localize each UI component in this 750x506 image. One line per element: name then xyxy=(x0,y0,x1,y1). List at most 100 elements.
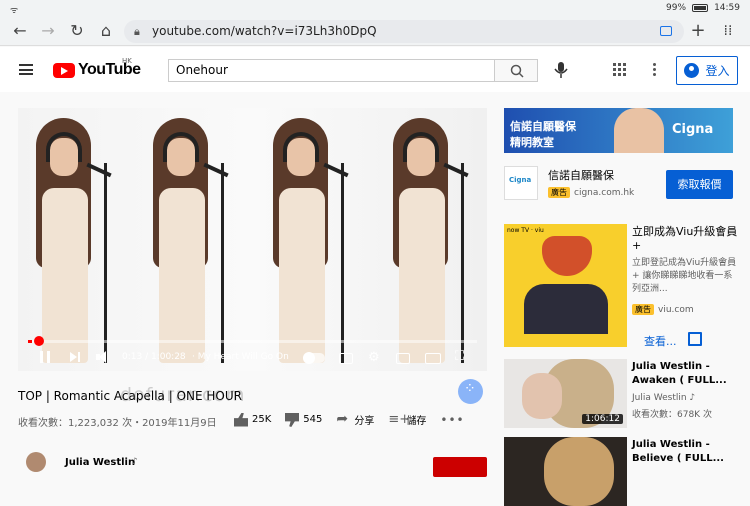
address-bar[interactable]: 🔒︎ youtube.com/watch?v=i73Lh3h0DpQ xyxy=(124,20,684,43)
theater-mode-icon[interactable] xyxy=(425,353,441,364)
viu-ad-logo: now TV · viu xyxy=(507,227,544,234)
video-actions: 25K 545 分享 ≡+ 儲存 ••• xyxy=(234,411,465,428)
sponsor-title[interactable]: 信諾自願醫保 xyxy=(548,167,614,183)
view-more-link[interactable]: 查看... xyxy=(644,333,677,349)
video-frame xyxy=(18,108,487,371)
video-duration: 1:06:12 xyxy=(582,414,623,424)
recommendation-title[interactable]: Julia Westlin - Believe ( FULL... xyxy=(632,438,738,466)
reload-icon[interactable]: ↻ xyxy=(67,21,87,41)
home-icon[interactable]: ⌂ xyxy=(96,21,116,41)
search-input[interactable]: Onehour xyxy=(168,59,495,82)
menu-icon[interactable] xyxy=(19,64,33,75)
banner-ad-brand: Cigna xyxy=(672,122,714,137)
video-title: TOP | Romantic Acapella | ONE HOUR xyxy=(18,389,242,403)
video-figure xyxy=(383,118,469,363)
external-link-icon[interactable] xyxy=(688,332,702,346)
save-button[interactable]: ≡+ 儲存 xyxy=(388,411,426,428)
channel-name[interactable]: Julia Westlin xyxy=(65,457,135,468)
youtube-logo[interactable]: YouTube HK xyxy=(53,57,141,79)
video-meta: 收看次數：1,223,032 次・2019年11月9日 xyxy=(18,418,217,429)
banner-ad[interactable]: 信諾自願醫保 精明教室 Cigna xyxy=(504,108,733,153)
recommendation-channel: Julia Westlin ♪ xyxy=(632,393,696,403)
sign-in-label: 登入 xyxy=(705,64,730,78)
recommendation-thumbnail[interactable]: 1:06:12 xyxy=(504,359,627,428)
device-status-bar: ᯤ 99% 14:59 xyxy=(0,0,750,17)
share-button[interactable]: 分享 xyxy=(336,411,375,428)
subtitles-icon[interactable] xyxy=(339,353,353,364)
viu-ad-image[interactable]: now TV · viu xyxy=(504,224,627,347)
account-icon xyxy=(684,63,700,78)
autoplay-toggle[interactable] xyxy=(303,352,325,364)
sponsor-host: cigna.com.hk xyxy=(574,188,635,198)
next-icon[interactable] xyxy=(70,351,80,363)
player-controls: 0:13 / 1:00:28 · My Heart Will Go On ⚙ ⛶ xyxy=(18,346,487,371)
battery-icon xyxy=(692,4,709,12)
new-tab-icon[interactable]: + xyxy=(688,21,708,41)
viu-ad-title[interactable]: 立即成為Viu升級會員+ xyxy=(632,225,738,253)
fullscreen-icon[interactable]: ⛶ xyxy=(455,349,464,364)
channel-row: Julia Westlin ♪ xyxy=(18,452,488,477)
video-player[interactable]: 0:13 / 1:00:28 · My Heart Will Go On ⚙ ⛶ xyxy=(18,108,487,371)
recommendation-title[interactable]: Julia Westlin - Awaken ( FULL... xyxy=(632,360,738,388)
battery-percent: 99% xyxy=(666,3,687,13)
get-quote-button[interactable]: 索取報價 xyxy=(666,170,733,199)
channel-avatar[interactable] xyxy=(26,452,46,472)
search-button[interactable] xyxy=(494,59,538,82)
progress-fill xyxy=(28,340,33,343)
share-label: 分享 xyxy=(354,416,375,427)
scrubber-handle[interactable] xyxy=(34,336,44,346)
settings-gear-icon[interactable]: ⚙ xyxy=(368,350,380,365)
recommendation-thumbnail[interactable] xyxy=(504,437,627,506)
youtube-header: YouTube HK Onehour 登入 xyxy=(0,47,750,92)
region-code: HK xyxy=(122,57,132,65)
search-icon xyxy=(510,64,524,78)
viu-host: viu.com xyxy=(658,305,694,315)
sign-in-button[interactable]: 登入 xyxy=(676,56,738,85)
forward-icon[interactable]: → xyxy=(38,21,58,41)
floating-action-icon[interactable] xyxy=(458,379,483,404)
miniplayer-icon[interactable] xyxy=(396,353,410,364)
dislike-count: 545 xyxy=(303,414,323,425)
banner-ad-line1: 信諾自願醫保 xyxy=(510,120,576,133)
heart-graphic xyxy=(542,236,592,276)
browser-menu-icon[interactable]: ⁞⁞ xyxy=(718,21,738,41)
video-figure xyxy=(263,118,349,363)
sponsor-host-row: 廣告 cigna.com.hk xyxy=(548,187,634,198)
more-actions-icon[interactable]: ••• xyxy=(440,413,464,427)
dislike-button[interactable]: 545 xyxy=(285,413,322,427)
add-to-playlist-icon: ≡+ xyxy=(388,411,411,427)
chapter-title[interactable]: · My Heart Will Go On xyxy=(192,352,289,362)
pause-icon[interactable] xyxy=(40,351,50,363)
progress-bar[interactable] xyxy=(28,336,477,346)
tab-switch-icon[interactable] xyxy=(660,26,672,36)
youtube-play-icon xyxy=(53,62,75,78)
subscribe-button[interactable] xyxy=(433,457,487,477)
banner-ad-line2: 精明教室 xyxy=(510,136,554,149)
address-bar-url: youtube.com/watch?v=i73Lh3h0DpQ xyxy=(152,24,377,38)
browser-toolbar: ← → ↻ ⌂ 🔒︎ youtube.com/watch?v=i73Lh3h0D… xyxy=(0,17,750,46)
time-display: 0:13 / 1:00:28 xyxy=(122,352,186,362)
clock: 14:59 xyxy=(714,3,740,13)
thumbs-down-icon xyxy=(285,413,299,427)
like-button[interactable]: 25K xyxy=(234,412,272,427)
music-note-icon: ♪ xyxy=(132,457,138,467)
voice-search-icon[interactable] xyxy=(551,60,571,80)
cast-graphic xyxy=(524,284,608,334)
wifi-icon: ᯤ xyxy=(10,6,19,16)
like-count: 25K xyxy=(252,414,272,425)
thumbs-up-icon xyxy=(234,412,248,427)
ad-person-image xyxy=(614,108,664,153)
back-icon[interactable]: ← xyxy=(10,21,30,41)
viu-ad-description: 立即登記成為Viu升級會員+ 讓你睇睇睇地收看一系列亞洲... xyxy=(632,258,737,294)
ad-badge: 廣告 xyxy=(632,304,654,315)
sponsor-logo[interactable]: Cigna xyxy=(504,166,538,200)
viu-host-row: 廣告 viu.com xyxy=(632,304,694,315)
recommendation-views: 收看次數：678K 次 xyxy=(632,410,712,420)
apps-grid-icon[interactable] xyxy=(613,63,626,76)
video-figure xyxy=(26,118,112,363)
lock-icon: 🔒︎ xyxy=(134,25,140,38)
share-icon xyxy=(336,411,350,427)
settings-more-icon[interactable] xyxy=(653,63,657,77)
volume-icon[interactable] xyxy=(96,351,110,363)
video-figure xyxy=(143,118,229,363)
